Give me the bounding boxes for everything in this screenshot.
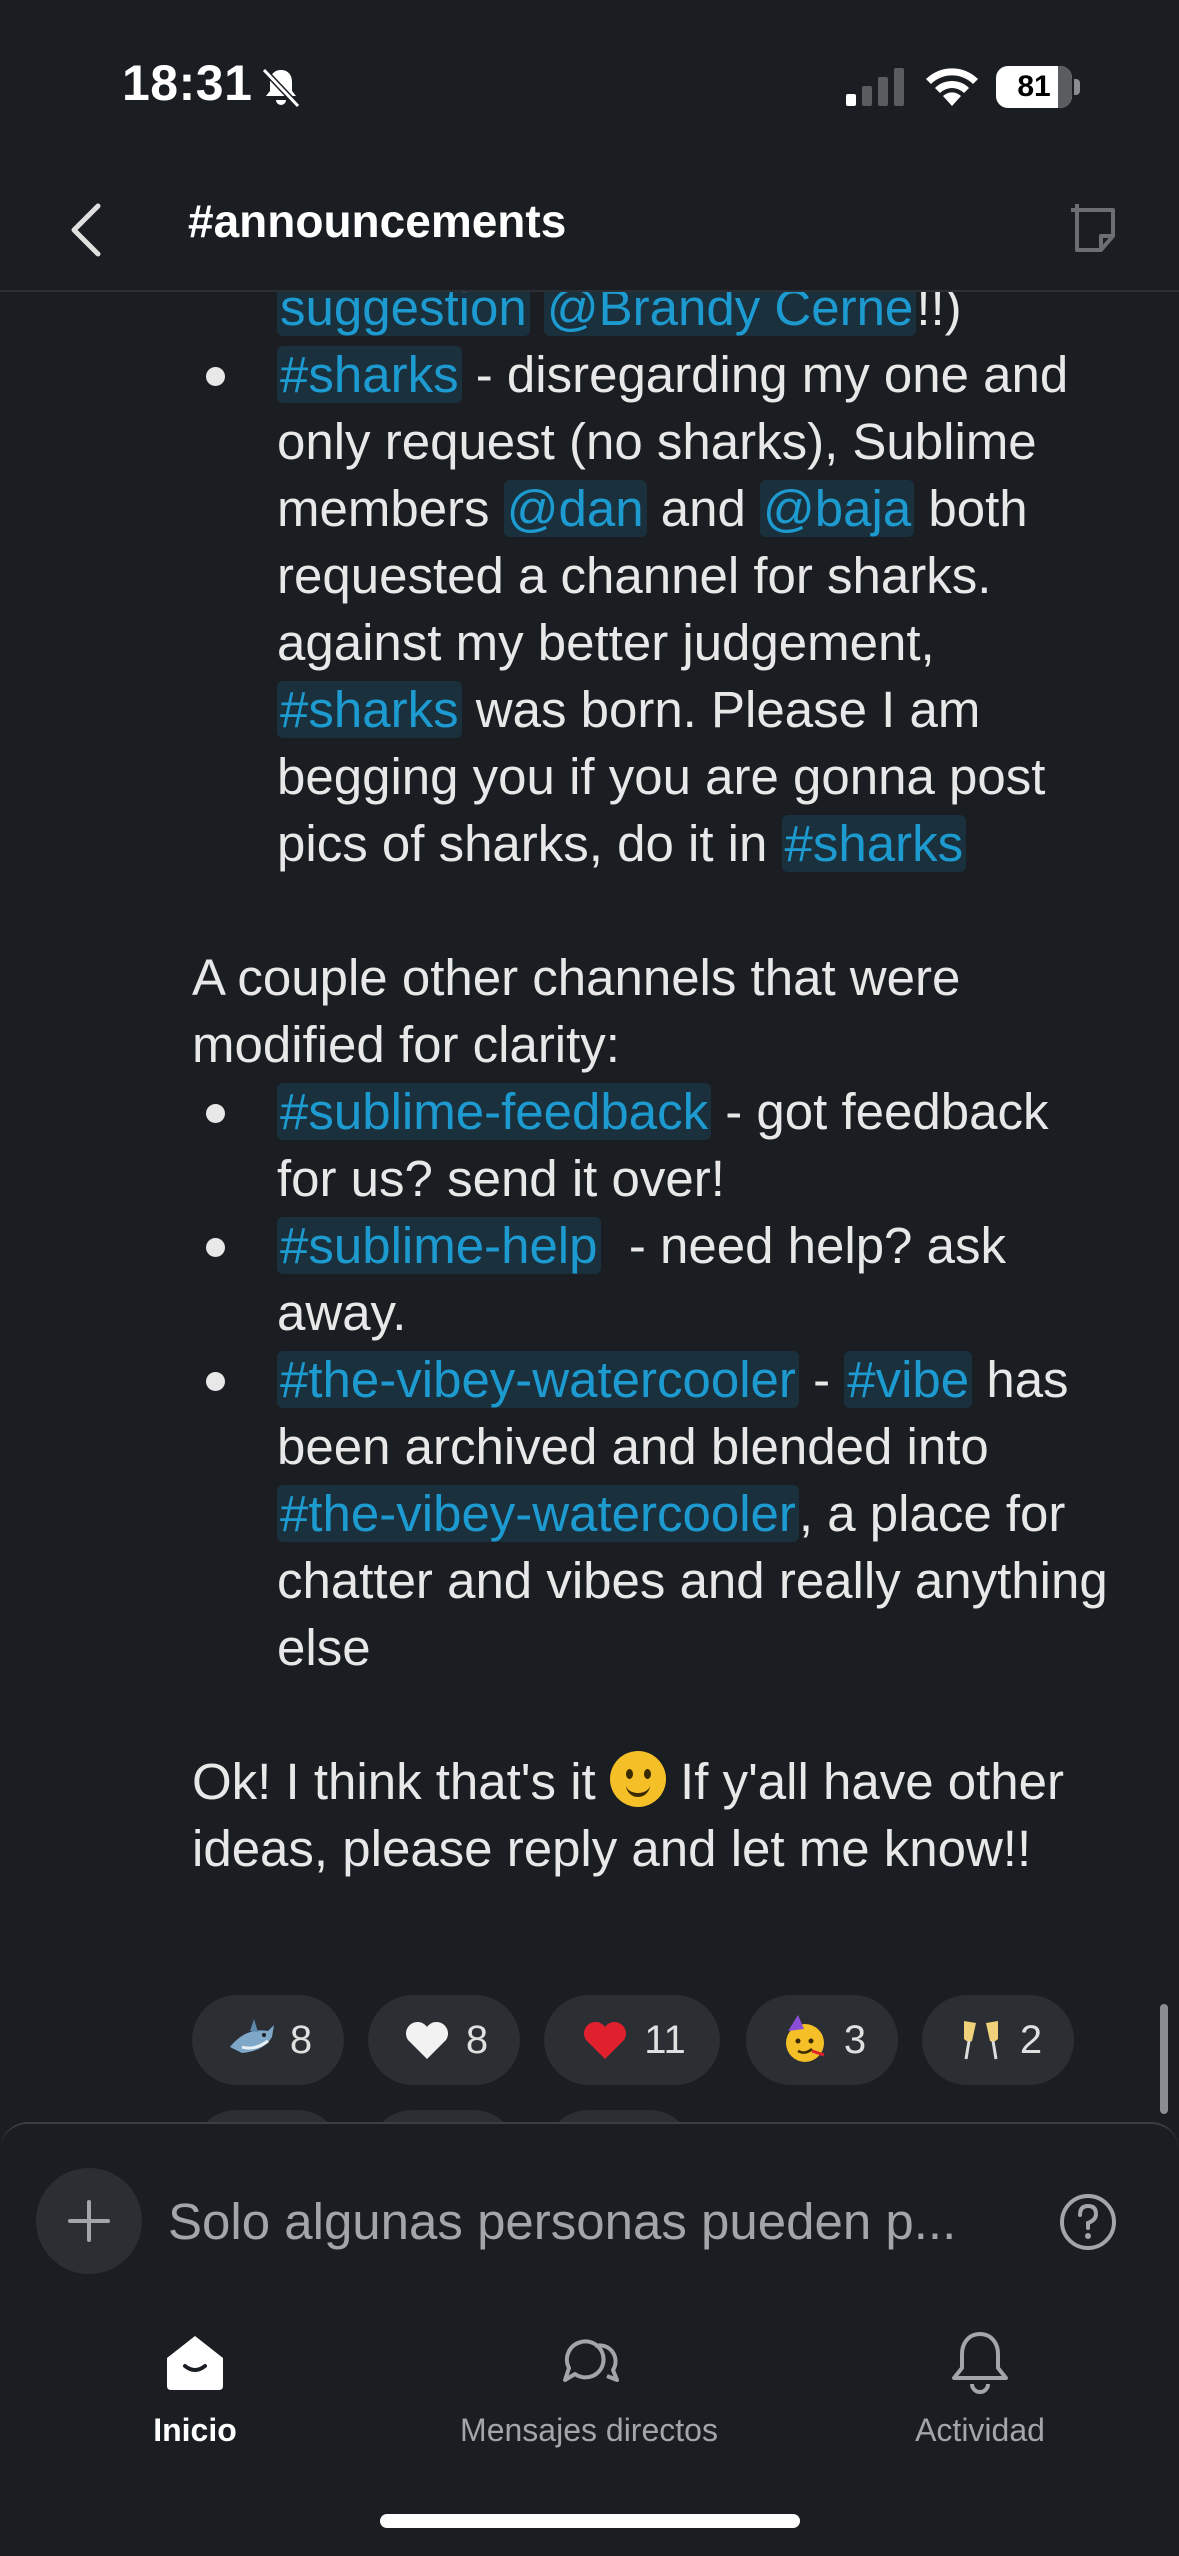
reaction-count: 8 <box>465 2017 489 2062</box>
slack-channel-screen: 18:31 81 #announcements suggestion @Bran… <box>0 0 1179 2556</box>
reaction-count: 2 <box>1019 2017 1043 2062</box>
mention[interactable]: @baja <box>760 480 915 537</box>
reaction-chip-partial[interactable] <box>192 2110 342 2122</box>
slightly-smiling-face-icon <box>609 1751 666 1807</box>
reaction-shark[interactable]: 8 <box>192 1995 344 2085</box>
text: Ok! I think that's it <box>192 1753 610 1810</box>
status-bar: 18:31 81 <box>0 0 1179 170</box>
battery-icon: 81 <box>996 66 1080 108</box>
channel-link[interactable]: #sublime-help <box>277 1217 601 1274</box>
tab-label: Mensajes directos <box>460 2412 718 2448</box>
tab-activity[interactable]: Actividad <box>900 2326 1060 2449</box>
reaction-chip-partial[interactable] <box>368 2110 518 2122</box>
channel-link[interactable]: #vibe <box>844 1351 973 1408</box>
paragraph: A couple other channels that were modifi… <box>192 949 961 1073</box>
cellular-signal-icon <box>846 68 904 106</box>
announcement-message: suggestion @Brandy Cerne!!) #sharks - di… <box>0 292 1179 1882</box>
red-heart-icon <box>584 2021 627 2059</box>
channel-link[interactable]: #the-vibey-watercooler <box>277 1485 799 1542</box>
text: and <box>646 480 761 537</box>
tab-label: Inicio <box>153 2412 237 2448</box>
closing-paragraph: Ok! I think that's it If y'all have othe… <box>0 1748 1179 1882</box>
mention[interactable]: @dan <box>503 480 647 537</box>
message-composer: Solo algunas personas pueden p... <box>0 2122 1179 2308</box>
reaction-count: 8 <box>289 2017 313 2062</box>
chevron-left-icon <box>71 203 101 257</box>
plus-icon <box>68 2200 110 2242</box>
reaction-white-heart[interactable]: 8 <box>368 1995 520 2085</box>
list-item-help: #sublime-help - need help? ask away. <box>0 1212 1179 1346</box>
reaction-count: 11 <box>644 2017 686 2062</box>
home-indicator[interactable] <box>380 2514 800 2528</box>
status-time: 18:31 <box>122 55 253 111</box>
bell-off-icon <box>261 67 301 109</box>
mention[interactable]: @Brandy Cerne <box>543 292 917 336</box>
text: !!) <box>916 292 962 336</box>
reaction-chip-partial[interactable] <box>544 2110 694 2122</box>
help-icon[interactable] <box>1058 2192 1118 2252</box>
message-list[interactable]: suggestion @Brandy Cerne!!) #sharks - di… <box>0 292 1179 2122</box>
channel-link[interactable]: #the-vibey-watercooler <box>277 1351 799 1408</box>
message-input[interactable]: Solo algunas personas pueden p... <box>168 2192 956 2251</box>
canvas-note-icon <box>1071 204 1115 252</box>
reaction-clinking-glasses[interactable]: 2 <box>922 1995 1074 2085</box>
attach-button[interactable] <box>36 2168 142 2274</box>
shark-icon <box>229 2019 274 2053</box>
list-item: suggestion @Brandy Cerne!!) <box>0 292 1179 341</box>
reaction-red-heart[interactable]: 11 <box>544 1995 720 2085</box>
reaction-count: 3 <box>843 2017 867 2062</box>
list-item-watercooler: #the-vibey-watercooler - #vibe has been … <box>0 1346 1179 1681</box>
channel-link[interactable]: #sharks <box>277 681 462 738</box>
messages-icon <box>563 2339 619 2382</box>
wifi-icon <box>926 68 978 106</box>
tab-home[interactable]: Inicio <box>124 2326 266 2449</box>
home-icon <box>167 2336 223 2390</box>
partying-face-icon <box>785 2015 825 2062</box>
link-text[interactable]: suggestion <box>277 292 530 336</box>
list-item-sharks: #sharks - disregarding my one and only r… <box>0 341 1179 877</box>
channel-header: #announcements <box>0 170 1179 292</box>
scrollbar[interactable] <box>1160 2004 1168 2114</box>
channel-title[interactable]: #announcements <box>188 194 566 248</box>
back-button[interactable] <box>56 190 116 270</box>
clinking-glasses-icon <box>963 2021 998 2060</box>
white-heart-icon <box>405 2021 448 2059</box>
reaction-partying-face[interactable]: 3 <box>746 1995 898 2085</box>
bell-icon <box>952 2332 1008 2394</box>
canvas-button[interactable] <box>1060 190 1126 270</box>
tab-label: Actividad <box>915 2412 1045 2448</box>
channel-link[interactable]: #sublime-feedback <box>277 1083 712 1140</box>
list-item-feedback: #sublime-feedback - got feedback for us?… <box>0 1078 1179 1212</box>
channel-link[interactable]: #sharks <box>277 346 462 403</box>
text: - <box>798 1351 845 1408</box>
channel-link[interactable]: #sharks <box>781 815 967 872</box>
tab-direct-messages[interactable]: Mensajes directos <box>446 2326 732 2449</box>
